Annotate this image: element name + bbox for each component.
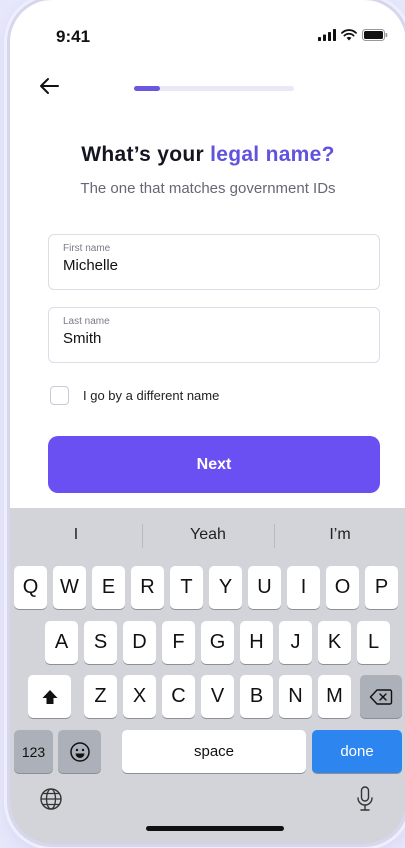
key-e[interactable]: E xyxy=(92,566,125,609)
progress-bar-fill xyxy=(134,86,160,91)
battery-icon xyxy=(362,29,388,41)
key-p[interactable]: P xyxy=(365,566,398,609)
backspace-key[interactable] xyxy=(360,675,402,718)
key-s[interactable]: S xyxy=(84,621,117,664)
done-key[interactable]: done xyxy=(312,730,402,773)
key-o[interactable]: O xyxy=(326,566,359,609)
key-k[interactable]: K xyxy=(318,621,351,664)
key-a[interactable]: A xyxy=(45,621,78,664)
different-name-checkbox[interactable] xyxy=(50,386,69,405)
first-name-label: First name xyxy=(63,243,111,254)
key-n[interactable]: N xyxy=(279,675,312,718)
key-x[interactable]: X xyxy=(123,675,156,718)
last-name-field[interactable]: Last name xyxy=(48,307,380,363)
key-m[interactable]: M xyxy=(318,675,351,718)
key-g[interactable]: G xyxy=(201,621,234,664)
key-h[interactable]: H xyxy=(240,621,273,664)
phone-frame: 9:41 What’s your legal name? The one tha… xyxy=(10,0,405,844)
microphone-icon xyxy=(357,786,373,811)
emoji-key[interactable] xyxy=(58,730,101,773)
backspace-icon xyxy=(369,688,393,705)
key-l[interactable]: L xyxy=(357,621,390,664)
space-key[interactable]: space xyxy=(122,730,306,773)
numbers-key[interactable]: 123 xyxy=(14,730,53,773)
key-q[interactable]: Q xyxy=(14,566,47,609)
key-w[interactable]: W xyxy=(53,566,86,609)
emoji-icon xyxy=(69,741,90,762)
globe-button[interactable] xyxy=(36,784,66,814)
different-name-label: I go by a different name xyxy=(83,388,220,403)
key-b[interactable]: B xyxy=(240,675,273,718)
suggestion-item[interactable]: I’m xyxy=(274,508,405,562)
key-z[interactable]: Z xyxy=(84,675,117,718)
next-button[interactable]: Next xyxy=(48,436,380,493)
key-j[interactable]: J xyxy=(279,621,312,664)
key-c[interactable]: C xyxy=(162,675,195,718)
key-f[interactable]: F xyxy=(162,621,195,664)
suggestion-item[interactable]: I xyxy=(10,508,142,562)
wifi-icon xyxy=(341,29,357,41)
back-arrow-icon xyxy=(40,78,59,94)
status-icons xyxy=(318,29,388,41)
globe-icon xyxy=(40,788,62,810)
progress-bar xyxy=(134,86,294,91)
suggestion-bar: I Yeah I’m xyxy=(10,508,405,562)
key-y[interactable]: Y xyxy=(209,566,242,609)
page-title: What’s your legal name? xyxy=(10,143,405,167)
key-t[interactable]: T xyxy=(170,566,203,609)
key-v[interactable]: V xyxy=(201,675,234,718)
last-name-label: Last name xyxy=(63,316,110,327)
microphone-button[interactable] xyxy=(350,784,380,814)
different-name-row[interactable]: I go by a different name xyxy=(50,386,219,405)
page-title-accent: legal name? xyxy=(210,143,335,166)
status-bar: 9:41 xyxy=(10,0,405,70)
suggestion-item[interactable]: Yeah xyxy=(142,508,274,562)
last-name-input[interactable] xyxy=(63,330,365,347)
page-title-prefix: What’s your xyxy=(81,143,211,166)
key-u[interactable]: U xyxy=(248,566,281,609)
back-button[interactable] xyxy=(38,76,68,102)
signal-icon xyxy=(318,29,336,41)
key-i[interactable]: I xyxy=(287,566,320,609)
keyboard: I Yeah I’m Q W E R T Y U I O P A S D F G… xyxy=(10,508,405,844)
page-subtitle: The one that matches government IDs xyxy=(80,180,336,197)
first-name-field[interactable]: First name xyxy=(48,234,380,290)
home-indicator xyxy=(146,826,284,831)
key-d[interactable]: D xyxy=(123,621,156,664)
status-time: 9:41 xyxy=(56,27,91,46)
shift-key[interactable] xyxy=(28,675,71,718)
first-name-input[interactable] xyxy=(63,257,365,274)
key-r[interactable]: R xyxy=(131,566,164,609)
shift-icon xyxy=(42,689,57,704)
